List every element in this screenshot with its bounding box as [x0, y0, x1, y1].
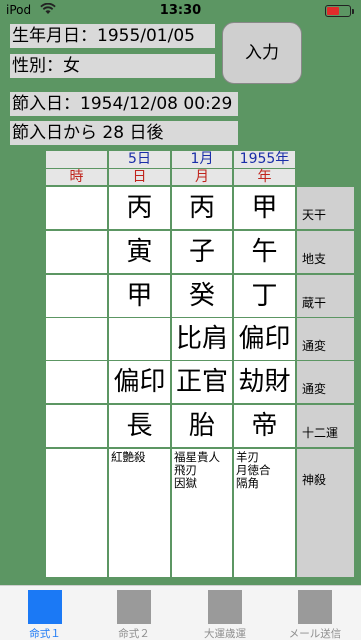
cell-hour-row4	[46, 318, 107, 360]
row-label: 天干	[297, 187, 354, 229]
row-label: 通変	[297, 318, 354, 360]
input-button[interactable]: 入力	[222, 22, 302, 84]
cell-hour-row6	[46, 405, 107, 447]
cell-month-row2: 子	[172, 231, 232, 273]
header-year: 年	[234, 169, 295, 185]
header-top-hour	[46, 151, 107, 168]
cell-day-row6: 長	[109, 405, 170, 447]
cell-month-row3: 癸	[172, 275, 232, 317]
tab-label: 命式１	[29, 628, 61, 640]
cell-month-row5: 正官	[172, 361, 232, 403]
cell-year-row5: 劫財	[234, 361, 295, 403]
tab-meishiki-1[interactable]: 命式１	[0, 586, 90, 640]
days-after-field: 節入日から 28 日後	[10, 121, 238, 145]
tab-label: 大運歳運	[204, 628, 246, 640]
cell-month-row6: 胎	[172, 405, 232, 447]
cell-year-row4: 偏印	[234, 318, 295, 360]
clock: 13:30	[159, 3, 202, 18]
sex-field: 性別：女	[10, 54, 215, 78]
header-top-month: 1月	[172, 151, 232, 168]
cell-day-row4	[109, 318, 170, 360]
cell-day-row1: 丙	[109, 187, 170, 229]
cell-day-row5: 偏印	[109, 361, 170, 403]
header-day: 日	[109, 169, 170, 185]
tab-bar: 命式１ 命式２ 大運歳運 メール送信	[0, 585, 361, 640]
shinsatsu-hour	[46, 449, 107, 577]
cell-year-row6: 帝	[234, 405, 295, 447]
tab-send-mail[interactable]: メール送信	[270, 586, 360, 640]
cell-hour-row3	[46, 275, 107, 317]
shinsatsu-year: 羊刃 月徳合 隔角	[234, 449, 295, 577]
row-label: 地支	[297, 231, 354, 273]
row-label: 蔵干	[297, 275, 354, 317]
birth-date-field: 生年月日：1955/01/05	[10, 24, 215, 48]
tab-label: メール送信	[288, 628, 342, 640]
header-top-day: 5日	[109, 151, 170, 168]
cell-month-row4: 比肩	[172, 318, 232, 360]
cell-month-row1: 丙	[172, 187, 232, 229]
tab-send-mail-icon	[298, 590, 332, 624]
cell-hour-row2	[46, 231, 107, 273]
header-hour: 時	[46, 169, 107, 185]
header-month: 月	[172, 169, 232, 185]
battery-icon	[325, 5, 354, 17]
cell-year-row1: 甲	[234, 187, 295, 229]
tab-taiun-saiun-icon	[208, 590, 242, 624]
row-label-shinsatsu: 神殺	[297, 449, 354, 577]
shinsatsu-day: 紅艶殺	[109, 449, 170, 577]
tab-meishiki-2[interactable]: 命式２	[89, 586, 179, 640]
status-bar: iPod 13:30	[0, 0, 361, 22]
tab-meishiki-2-icon	[117, 590, 151, 624]
header-top-year: 1955年	[234, 151, 295, 168]
cell-hour-row1	[46, 187, 107, 229]
cell-year-row2: 午	[234, 231, 295, 273]
tab-label: 命式２	[118, 628, 150, 640]
cell-year-row3: 丁	[234, 275, 295, 317]
row-label: 通変	[297, 361, 354, 403]
cell-day-row3: 甲	[109, 275, 170, 317]
row-label: 十二運	[297, 405, 354, 447]
meishiki-table: 丙丙甲天干寅子午地支甲癸丁蔵干 比肩 偏印 通変 偏印 正官 劫財 通変長胎帝十二運 紅艶殺 福星…	[46, 187, 354, 577]
cell-hour-row5	[46, 361, 107, 403]
setsu-date-field: 節入日：1954/12/08 00:29	[10, 92, 238, 116]
shinsatsu-month: 福星貴人 飛刃 因獄	[172, 449, 232, 577]
cell-day-row2: 寅	[109, 231, 170, 273]
tab-taiun-saiun[interactable]: 大運歳運	[180, 586, 270, 640]
tab-meishiki-1-icon	[28, 590, 62, 624]
